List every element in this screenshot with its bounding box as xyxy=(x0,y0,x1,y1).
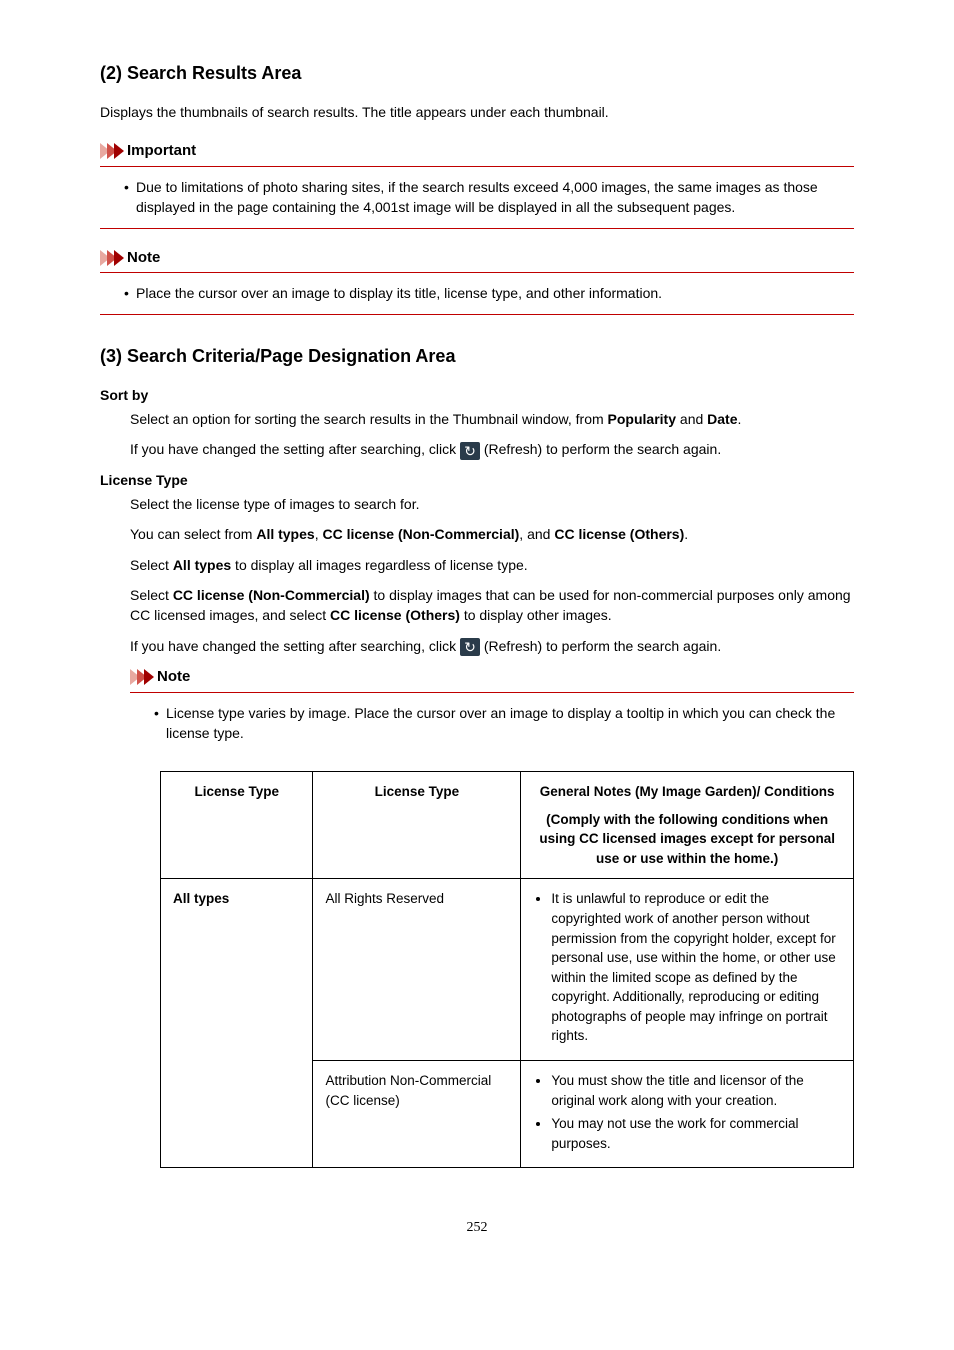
section-2-heading: (2) Search Results Area xyxy=(100,60,854,86)
refresh-icon: ↻ xyxy=(460,442,480,460)
table-cell-notes: It is unlawful to reproduce or edit the … xyxy=(521,879,854,1061)
bullet-icon: • xyxy=(154,703,166,744)
note-body-1: • Place the cursor over an image to disp… xyxy=(100,283,854,314)
page-number: 252 xyxy=(100,1218,854,1238)
table-row: All types All Rights Reserved It is unla… xyxy=(161,879,854,1061)
table-header-3: General Notes (My Image Garden)/ Conditi… xyxy=(521,772,854,879)
license-type-label: License Type xyxy=(100,470,854,490)
table-header-2: License Type xyxy=(313,772,521,879)
important-text: Due to limitations of photo sharing site… xyxy=(136,177,854,218)
bullet-icon: • xyxy=(124,283,136,303)
table-cell-license: Attribution Non-Commercial (CC license) xyxy=(313,1060,521,1167)
chevron-icon xyxy=(130,669,151,685)
note-title-1: Note xyxy=(127,247,160,269)
table-cell-notes: You must show the title and licensor of … xyxy=(521,1060,854,1167)
table-cell-license: All Rights Reserved xyxy=(313,879,521,1061)
table-cell-type: All types xyxy=(161,879,313,1168)
note-header-2: Note xyxy=(130,666,854,693)
table-header-1: License Type xyxy=(161,772,313,879)
refresh-icon: ↻ xyxy=(460,638,480,656)
note-header-1: Note xyxy=(100,247,854,274)
license-table: License Type License Type General Notes … xyxy=(160,771,854,1168)
bullet-icon: • xyxy=(124,177,136,218)
important-body: • Due to limitations of photo sharing si… xyxy=(100,177,854,229)
section-3-heading: (3) Search Criteria/Page Designation Are… xyxy=(100,343,854,369)
note-body-2: • License type varies by image. Place th… xyxy=(130,703,854,754)
important-header: Important xyxy=(100,140,854,167)
note-title-2: Note xyxy=(157,666,190,688)
license-type-desc: Select the license type of images to sea… xyxy=(130,494,854,656)
note-text-2: License type varies by image. Place the … xyxy=(166,703,854,744)
chevron-icon xyxy=(100,143,121,159)
sort-by-label: Sort by xyxy=(100,385,854,405)
sort-by-desc: Select an option for sorting the search … xyxy=(130,409,854,460)
important-title: Important xyxy=(127,140,196,162)
note-text-1: Place the cursor over an image to displa… xyxy=(136,283,662,303)
chevron-icon xyxy=(100,250,121,266)
section-2-desc: Displays the thumbnails of search result… xyxy=(100,102,854,122)
